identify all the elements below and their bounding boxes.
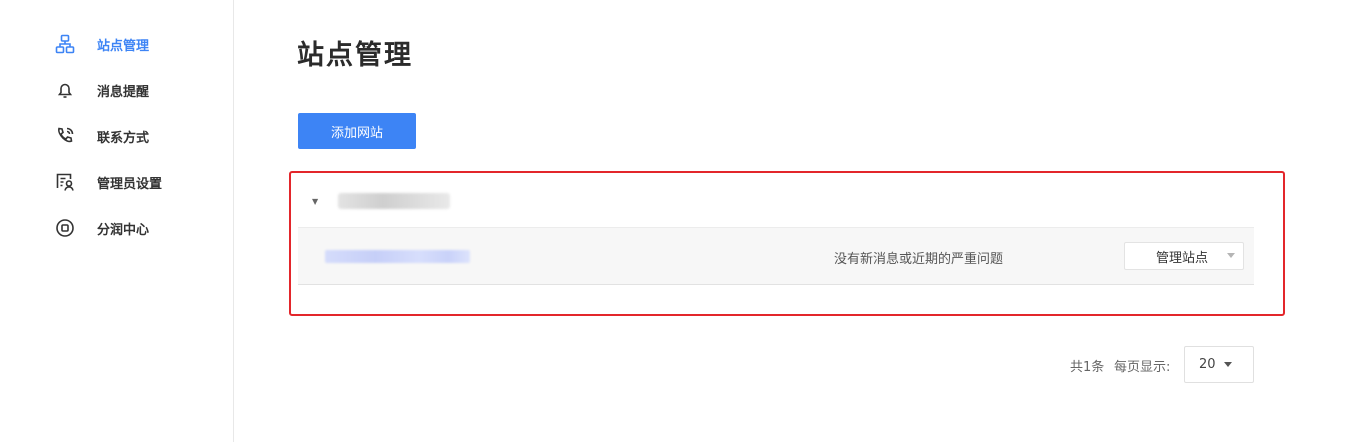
sitemap-icon: [54, 33, 76, 55]
caret-down-icon[interactable]: ▼: [312, 197, 318, 206]
sidebar-item-revenue-center[interactable]: 分润中心: [54, 216, 149, 240]
blurred-group-name: [338, 193, 451, 209]
bell-icon: [54, 79, 76, 101]
phone-icon: [54, 125, 76, 147]
pagination-total: 共1条: [1070, 360, 1105, 375]
manage-site-dropdown[interactable]: 管理站点: [1124, 242, 1244, 270]
site-row: 没有新消息或近期的严重问题 管理站点: [298, 227, 1254, 285]
sidebar-item-label: 站点管理: [97, 38, 150, 54]
sidebar-item-label: 消息提醒: [97, 84, 150, 100]
chevron-down-icon: [1223, 362, 1232, 367]
site-group-header: ▼: [298, 176, 1254, 226]
chevron-down-icon: [1227, 253, 1235, 258]
sidebar: 站点管理 消息提醒 联系方式 管理员设置 分润中心: [0, 0, 234, 442]
page-size-select[interactable]: 20: [1184, 346, 1254, 383]
sidebar-item-notifications[interactable]: 消息提醒: [54, 78, 149, 102]
revenue-coin-icon: [54, 217, 76, 239]
sidebar-item-label: 管理员设置: [97, 176, 163, 192]
blurred-site-url-link[interactable]: [325, 250, 470, 263]
manage-site-label: 管理站点: [1156, 250, 1209, 266]
sidebar-item-site-management[interactable]: 站点管理: [54, 32, 149, 56]
page-title: 站点管理: [297, 40, 413, 71]
add-site-button[interactable]: 添加网站: [298, 113, 416, 149]
site-status-text: 没有新消息或近期的严重问题: [834, 252, 1004, 267]
page-size-value: 20: [1199, 357, 1216, 372]
sidebar-item-admin-settings[interactable]: 管理员设置: [54, 170, 162, 194]
sidebar-item-label: 分润中心: [97, 222, 150, 238]
sidebar-item-contact[interactable]: 联系方式: [54, 124, 149, 148]
admin-badge-icon: [54, 171, 76, 193]
sidebar-item-label: 联系方式: [97, 130, 150, 146]
pagination-per-page-label: 每页显示:: [1114, 360, 1171, 375]
